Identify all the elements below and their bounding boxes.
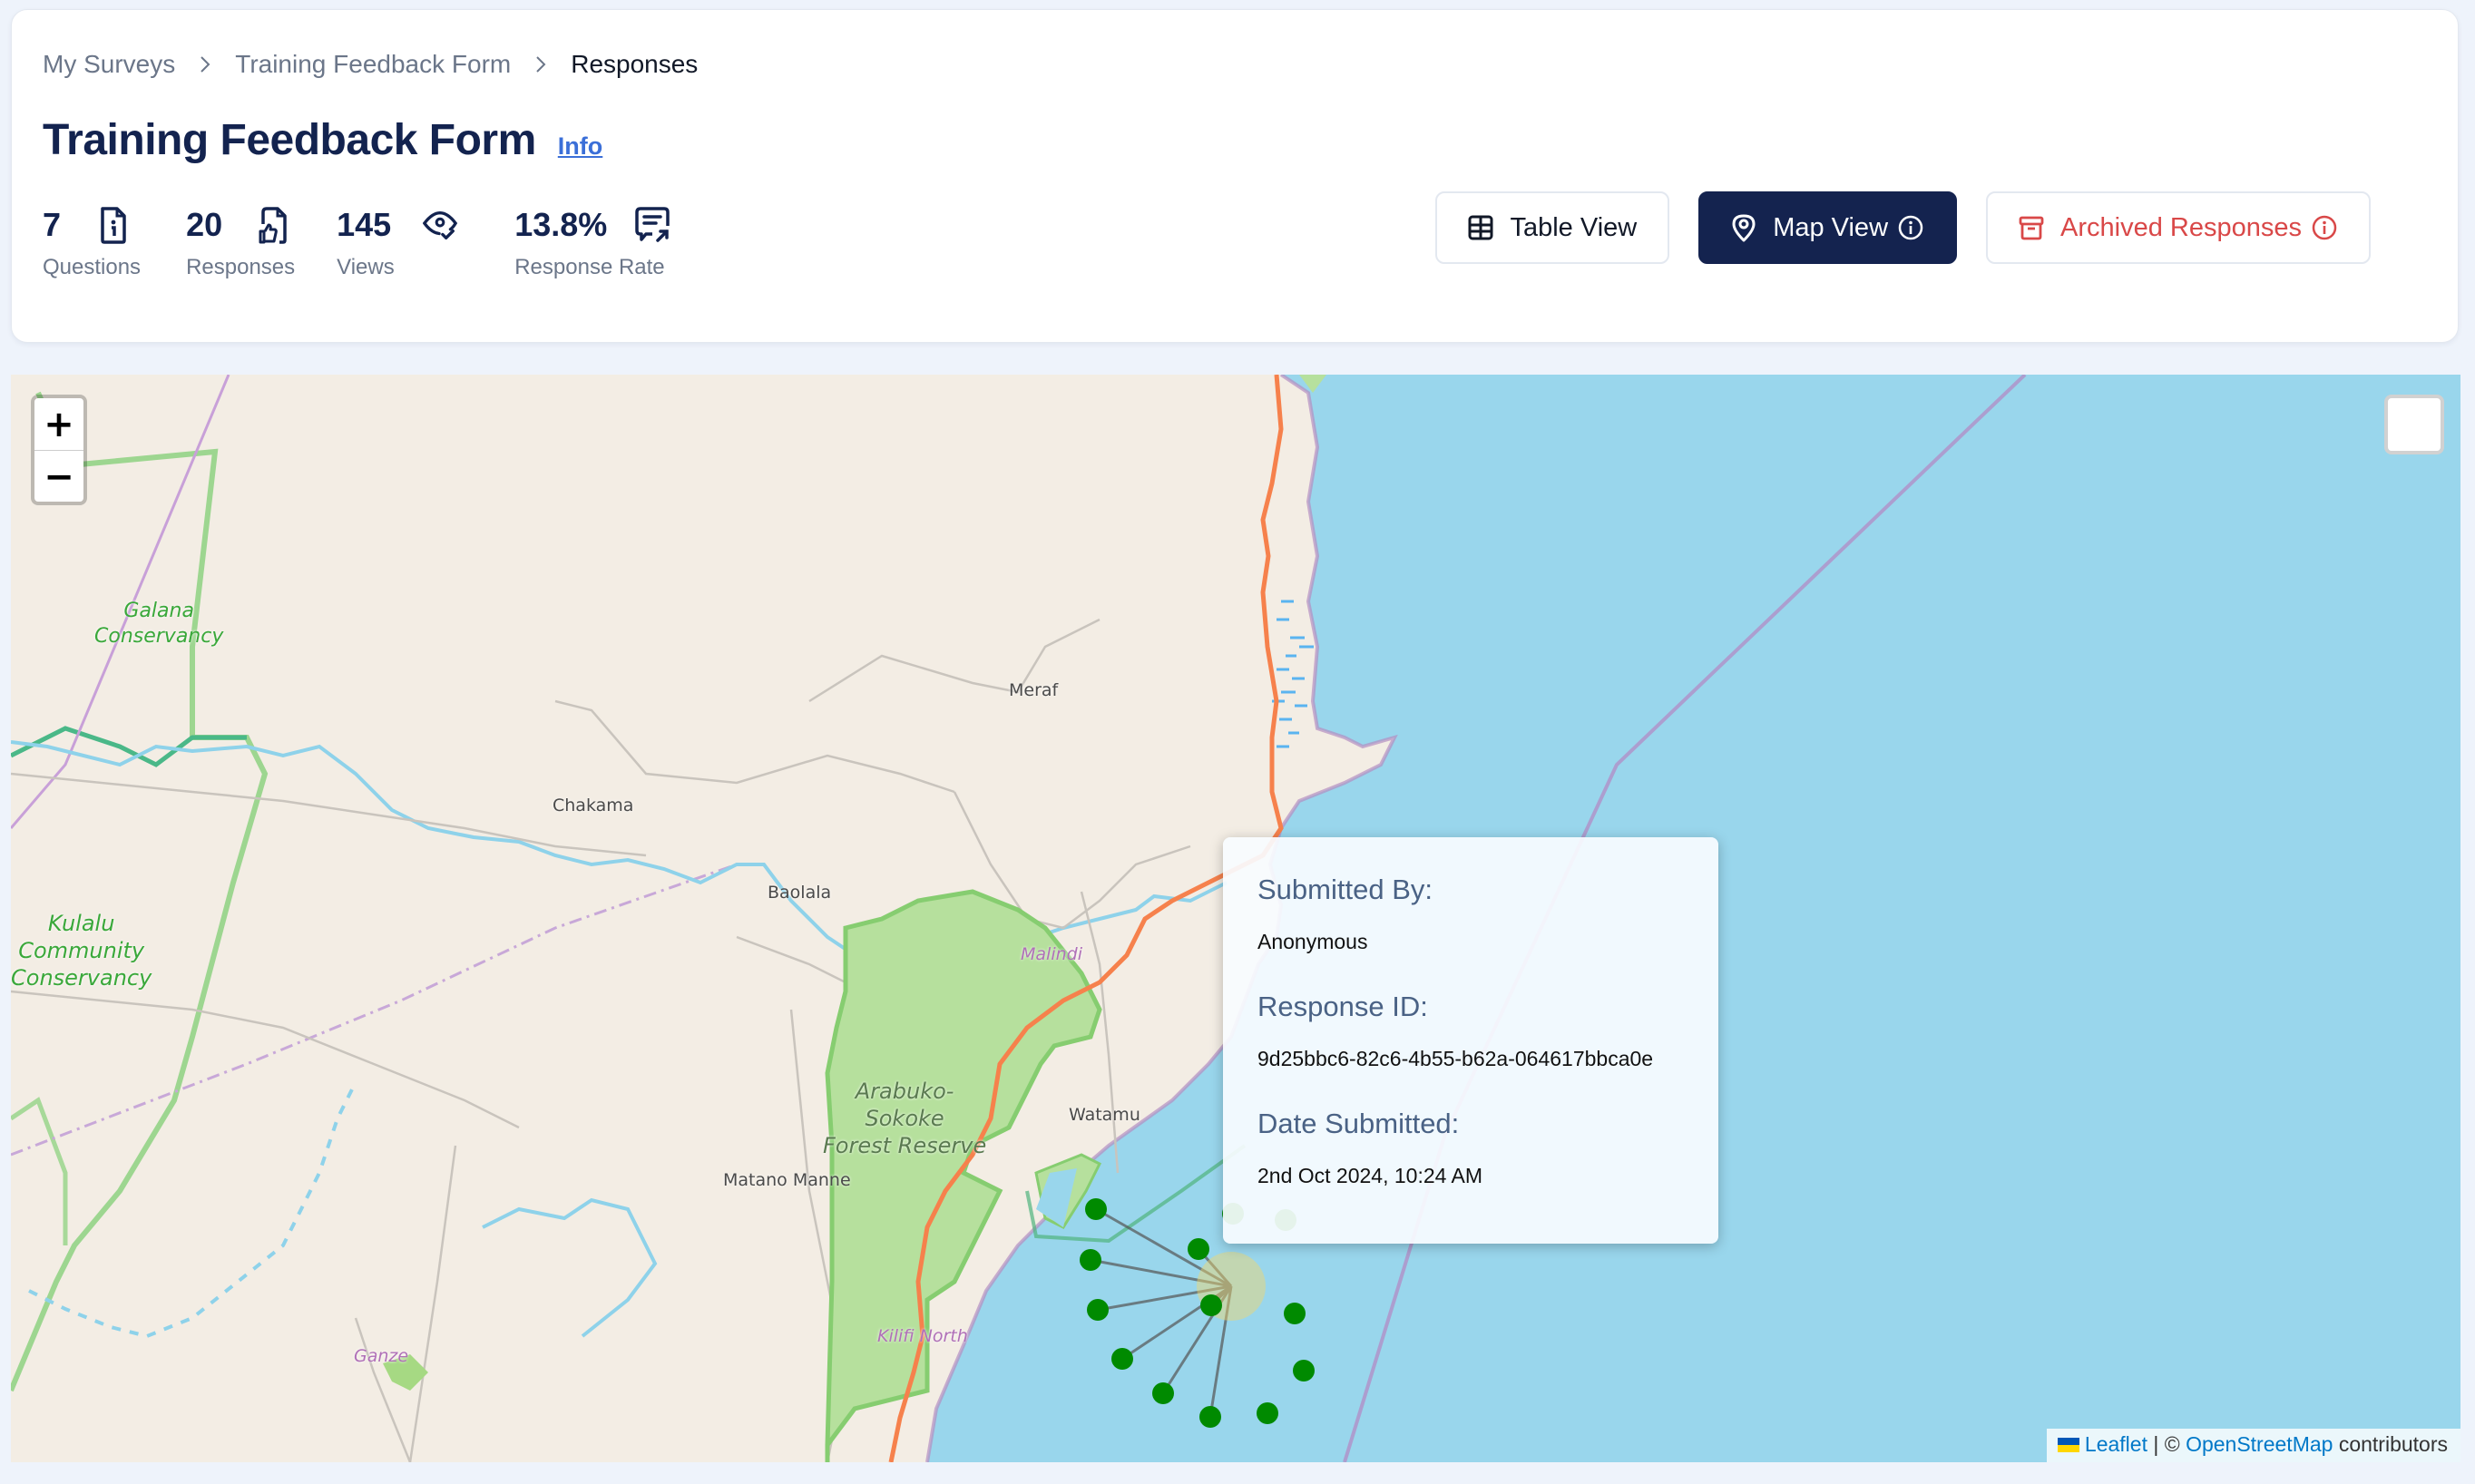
- stat-responses: 20 Responses: [186, 202, 295, 280]
- map-label-galana: Galana Conservancy: [94, 600, 224, 648]
- map-attribution: Leaflet | © OpenStreetMap contributors: [2046, 1429, 2460, 1462]
- map-label-ganze: Ganze: [354, 1346, 409, 1366]
- archived-responses-button[interactable]: Archived Responses: [1986, 191, 2371, 264]
- chevron-right-icon: [199, 54, 211, 74]
- breadcrumb-my-surveys[interactable]: My Surveys: [43, 50, 175, 79]
- layer-control-button[interactable]: [2384, 395, 2444, 454]
- response-marker: [1085, 1198, 1107, 1220]
- attribution-contributors: contributors: [2333, 1432, 2448, 1456]
- map-label-baolala: Baolala: [768, 883, 832, 903]
- responses-map[interactable]: Galana Conservancy Kulalu Community Cons…: [11, 375, 2460, 1462]
- stat-value: 7: [43, 206, 62, 243]
- breadcrumb-responses: Responses: [571, 50, 699, 78]
- response-marker: [1257, 1402, 1278, 1424]
- archive-box-icon: [2019, 216, 2044, 240]
- response-popup: Submitted By: Anonymous Response ID: 9d2…: [1223, 837, 1718, 1244]
- response-marker: [1111, 1348, 1133, 1370]
- response-id-value: 9d25bbc6-82c6-4b55-b62a-064617bbca0e: [1257, 1047, 1654, 1070]
- openstreetmap-link[interactable]: OpenStreetMap: [2186, 1432, 2333, 1457]
- zoom-in-button[interactable]: +: [34, 398, 83, 450]
- view-toggle-group: Table View Map View Archived Responses: [1406, 191, 2371, 264]
- chevron-right-icon: [534, 54, 547, 74]
- survey-header-card: My Surveys Training Feedback Form Respon…: [11, 9, 2459, 343]
- date-submitted-value: 2nd Oct 2024, 10:24 AM: [1257, 1164, 1483, 1187]
- ukraine-flag-icon: [2057, 1437, 2079, 1452]
- zoom-out-button[interactable]: −: [34, 450, 83, 502]
- map-label-chakama: Chakama: [553, 796, 634, 815]
- response-marker: [1293, 1360, 1315, 1381]
- map-label-arabuko-sokoke: Arabuko- Sokoke Forest Reserve: [823, 1079, 987, 1158]
- response-marker: [1087, 1299, 1109, 1321]
- table-view-label: Table View: [1510, 212, 1638, 242]
- stat-value: 13.8%: [514, 206, 608, 243]
- leaflet-link[interactable]: Leaflet: [2085, 1432, 2147, 1457]
- response-marker: [1080, 1249, 1101, 1271]
- map-pin-icon: [1732, 214, 1756, 242]
- stat-questions: 7 Questions: [43, 202, 141, 280]
- map-label-meraf: Meraf: [1009, 680, 1059, 700]
- stat-value: 20: [186, 206, 223, 243]
- message-arrow-icon: [634, 205, 670, 245]
- map-view-button[interactable]: Map View: [1698, 191, 1958, 264]
- response-id-label: Response ID:: [1257, 991, 1428, 1022]
- map-view-label: Map View: [1773, 212, 1889, 242]
- table-view-button[interactable]: Table View: [1435, 191, 1670, 264]
- stat-label: Questions: [43, 255, 142, 279]
- stat-label: Response Rate: [514, 255, 665, 279]
- eye-check-icon: [422, 205, 458, 245]
- response-marker: [1188, 1238, 1209, 1260]
- map-label-kilifi-north: Kilifi North: [877, 1326, 968, 1346]
- page-title: Training Feedback Form: [43, 116, 536, 164]
- stat-value: 145: [337, 206, 392, 243]
- map-label-matano-manne: Matano Manne: [723, 1170, 851, 1190]
- date-submitted-label: Date Submitted:: [1257, 1108, 1460, 1139]
- info-circle-icon: [2312, 215, 2337, 240]
- archived-responses-label: Archived Responses: [2060, 212, 2302, 242]
- stat-label: Views: [337, 255, 395, 279]
- submitted-by-label: Submitted By:: [1257, 874, 1433, 905]
- stats-row: 7 Questions 20 Responses 145 Views 13.8%…: [43, 202, 712, 280]
- submitted-by-value: Anonymous: [1257, 930, 1368, 953]
- breadcrumb: My Surveys Training Feedback Form Respon…: [43, 50, 698, 79]
- info-circle-icon: [1898, 215, 1923, 240]
- file-info-icon: [95, 205, 132, 245]
- breadcrumb-training-feedback-form[interactable]: Training Feedback Form: [235, 50, 511, 79]
- stat-label: Responses: [186, 255, 296, 279]
- map-label-kulalu: Kulalu Community Conservancy: [11, 911, 152, 991]
- zoom-control: + −: [31, 395, 87, 505]
- wetland-pattern: [1272, 600, 1314, 748]
- map-label-watamu: Watamu: [1069, 1105, 1140, 1125]
- title-row: Training Feedback Form Info: [43, 115, 602, 165]
- map-label-malindi: Malindi: [1021, 944, 1082, 964]
- response-marker: [1284, 1303, 1306, 1324]
- file-thumbs-up-icon: [255, 205, 291, 245]
- info-link[interactable]: Info: [558, 132, 602, 161]
- stat-views: 145 Views: [337, 202, 458, 280]
- response-marker: [1200, 1294, 1222, 1316]
- stat-response-rate: 13.8% Response Rate: [514, 202, 670, 280]
- attribution-separator: | ©: [2147, 1432, 2186, 1456]
- response-marker: [1152, 1382, 1174, 1404]
- response-marker: [1199, 1406, 1221, 1428]
- table-grid-icon: [1468, 215, 1493, 240]
